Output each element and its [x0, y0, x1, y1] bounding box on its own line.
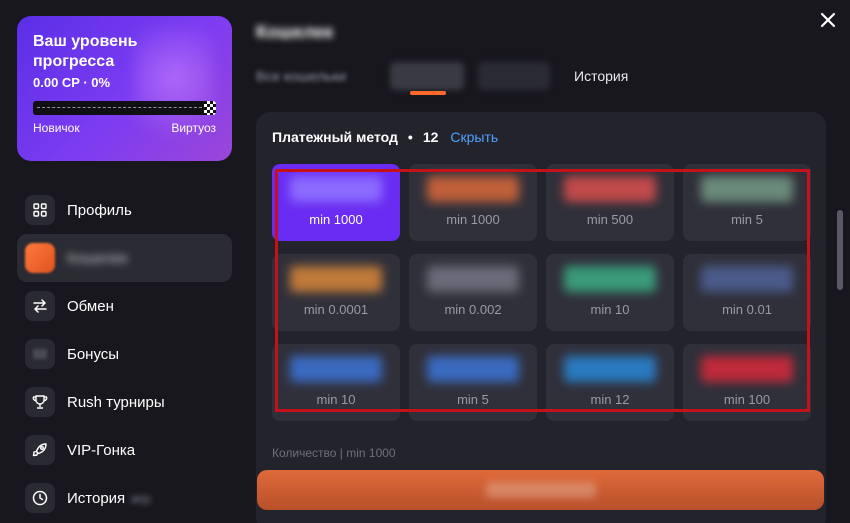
sidebar-item-wallet[interactable]: Кошелек [17, 234, 232, 282]
payment-min: min 1000 [309, 212, 363, 227]
sidebar-item-bonuses[interactable]: Бонусы [17, 330, 232, 378]
sidebar-item-label: Профиль [67, 201, 132, 219]
hide-link[interactable]: Скрыть [450, 129, 498, 145]
payment-logo [427, 356, 519, 382]
level-start-label: Новичок [33, 121, 80, 135]
finish-flag-icon [204, 101, 216, 115]
wallet-icon [25, 243, 55, 273]
payment-method-card[interactable]: min 0.01 [683, 254, 811, 331]
sidebar-item-extra: игр [131, 490, 151, 506]
payment-logo [564, 266, 656, 292]
sidebar-item-label: Обмен [67, 297, 114, 315]
rocket-icon [25, 435, 55, 465]
payment-method-card[interactable]: min 5 [683, 164, 811, 241]
payment-logo [701, 176, 793, 202]
payment-logo [701, 266, 793, 292]
payment-method-card[interactable]: min 500 [546, 164, 674, 241]
payment-method-card[interactable]: min 12 [546, 344, 674, 421]
sidebar-item-vip-race[interactable]: VIP-Гонка [17, 426, 232, 474]
payment-logo [290, 266, 382, 292]
payment-logo [564, 176, 656, 202]
tab-withdraw[interactable] [478, 62, 550, 90]
exchange-icon [25, 291, 55, 321]
progress-levels: Новичок Виртуоз [33, 121, 216, 135]
payment-method-card[interactable]: min 0.0001 [272, 254, 400, 331]
tab-history[interactable]: История [574, 68, 628, 84]
payment-min: min 1000 [446, 212, 500, 227]
payment-method-card[interactable]: min 100 [683, 344, 811, 421]
payment-method-card[interactable]: min 0.002 [409, 254, 537, 331]
deposit-submit-button[interactable] [257, 470, 824, 510]
payment-method-grid: min 1000 min 1000 min 500 min 5 min 0.00… [272, 164, 824, 421]
close-icon [820, 12, 836, 28]
gift-icon [25, 339, 55, 369]
payment-min: min 10 [316, 392, 356, 407]
scrollbar[interactable] [837, 210, 843, 290]
payment-method-card[interactable]: min 10 [546, 254, 674, 331]
payment-logo [427, 266, 519, 292]
payment-min: min 12 [590, 392, 630, 407]
clock-icon [25, 483, 55, 513]
sidebar-item-history[interactable]: История игр [17, 474, 232, 522]
trophy-icon [25, 387, 55, 417]
payment-logo [290, 176, 382, 202]
active-tab-indicator [410, 91, 446, 95]
payment-method-header: Платежный метод • 12 Скрыть [272, 129, 498, 145]
sidebar-item-profile[interactable]: Профиль [17, 186, 232, 234]
payment-min: min 0.01 [722, 302, 772, 317]
payment-min: min 0.002 [444, 302, 502, 317]
progress-title: Ваш уровень прогресса [33, 33, 138, 70]
progress-track [37, 107, 202, 108]
sidebar-item-exchange[interactable]: Обмен [17, 282, 232, 330]
progress-bar [33, 101, 216, 115]
payment-min: min 100 [723, 392, 771, 407]
submit-button-label [485, 482, 596, 498]
close-button[interactable] [816, 8, 840, 32]
tab-deposit[interactable] [390, 62, 464, 90]
sidebar-item-rush-tournaments[interactable]: Rush турниры [17, 378, 232, 426]
payment-logo [290, 356, 382, 382]
level-end-label: Виртуоз [171, 121, 216, 135]
grid-icon [25, 195, 55, 225]
payment-min: min 5 [457, 392, 489, 407]
payment-method-card[interactable]: min 1000 [272, 164, 400, 241]
wallet-tabs: Все кошельки История [256, 56, 652, 96]
payment-method-count: 12 [422, 129, 439, 145]
tab-all-wallets[interactable]: Все кошельки [256, 68, 366, 84]
payment-min: min 500 [586, 212, 634, 227]
payment-min: min 10 [590, 302, 630, 317]
sidebar-item-label: История [67, 489, 126, 507]
amount-label: Количество | min 1000 [272, 446, 396, 460]
payment-logo [701, 356, 793, 382]
progress-points: 0.00 CP · 0% [33, 75, 111, 90]
payment-min: min 5 [731, 212, 763, 227]
sidebar-nav: Профиль Кошелек Обмен Бонусы Rush турнир… [17, 186, 232, 522]
payment-logo [564, 356, 656, 382]
payment-panel: Платежный метод • 12 Скрыть min 1000 min… [256, 112, 826, 523]
separator-dot: • [407, 129, 413, 145]
sidebar-item-label: Rush турниры [67, 393, 165, 411]
page-title: Кошелек [256, 22, 334, 42]
payment-method-label: Платежный метод [272, 129, 398, 145]
payment-min: min 0.0001 [303, 302, 369, 317]
payment-logo [427, 176, 519, 202]
progress-card: Ваш уровень прогресса 0.00 CP · 0% Нович… [17, 16, 232, 161]
sidebar-item-label: VIP-Гонка [67, 441, 136, 459]
payment-method-card[interactable]: min 10 [272, 344, 400, 421]
sidebar-item-label: Кошелек [67, 249, 128, 267]
payment-method-card[interactable]: min 5 [409, 344, 537, 421]
sidebar-item-label: Бонусы [67, 345, 120, 363]
payment-method-card[interactable]: min 1000 [409, 164, 537, 241]
